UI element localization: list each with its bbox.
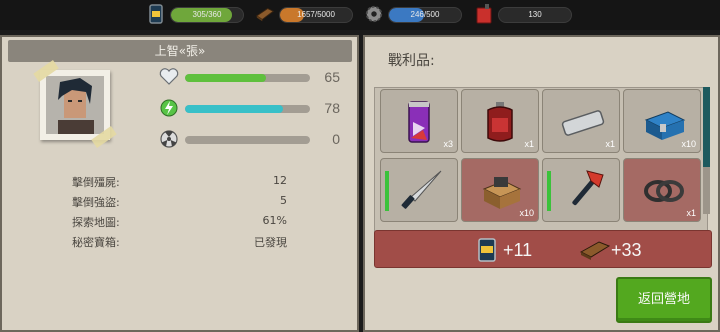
radiation-bar xyxy=(185,136,310,144)
loot-qty: x1 xyxy=(524,139,534,149)
record-value: 61% xyxy=(262,214,287,227)
can-icon xyxy=(149,4,163,24)
radiation-value: 0 xyxy=(332,131,340,147)
tech-value: 246/500 xyxy=(410,10,440,19)
record-value: 5 xyxy=(280,194,287,207)
record-label: 探索地圖: xyxy=(72,216,120,229)
loot-qty: x10 xyxy=(681,139,696,149)
loot-slot[interactable] xyxy=(542,158,620,222)
axe-icon xyxy=(572,170,604,206)
reward-summary: +11 +33 xyxy=(374,230,712,268)
resource-tech: 246/500 xyxy=(364,3,464,25)
rope-icon xyxy=(644,180,684,202)
wood-plank-icon xyxy=(579,241,611,260)
loot-slot[interactable]: x10 xyxy=(461,158,539,222)
loot-slot[interactable]: x1 xyxy=(542,89,620,153)
energy-bar xyxy=(185,105,310,113)
health-value: 65 xyxy=(324,69,340,85)
energy-value: 78 xyxy=(324,100,340,116)
character-portrait xyxy=(33,60,117,148)
energy-drink-icon xyxy=(408,101,430,143)
material-value: 1657/5000 xyxy=(297,10,335,19)
loot-qty: x1 xyxy=(605,139,615,149)
loot-qty: x3 xyxy=(443,139,453,149)
loot-slot[interactable] xyxy=(380,158,458,222)
reward-food: +11 xyxy=(503,240,533,260)
loot-title: 戰利品: xyxy=(388,53,435,69)
record-label: 擊倒殭屍: xyxy=(72,176,120,189)
durability-bar xyxy=(547,171,551,211)
lightning-icon xyxy=(160,99,178,117)
knife-icon xyxy=(401,170,442,209)
loot-qty: x10 xyxy=(519,208,534,218)
tech-bar: 246/500 xyxy=(388,7,462,23)
resource-material: 1657/5000 xyxy=(255,3,355,25)
fuel-bar: 130 xyxy=(498,7,572,23)
resource-bar: 305/360 1657/5000 246/500 130 xyxy=(0,0,720,30)
record-value: 12 xyxy=(273,174,287,187)
resource-fuel: 130 xyxy=(474,3,574,25)
loot-scroll-thumb[interactable] xyxy=(703,87,710,167)
gear-icon xyxy=(365,5,383,23)
record-label: 秘密寶箱: xyxy=(72,236,120,249)
loot-slot[interactable]: x10 xyxy=(623,89,701,153)
loot-qty: x1 xyxy=(686,208,696,218)
blood-bag-icon xyxy=(487,102,513,142)
radiation-icon xyxy=(160,130,178,148)
loot-slot[interactable]: x1 xyxy=(461,89,539,153)
durability-bar xyxy=(385,171,389,211)
loot-panel: 戰利品: x3 x1 x1 x10 x10 x1 +11 +33 返回營地 xyxy=(363,35,720,332)
pipe-icon xyxy=(561,110,605,136)
record-value: 已發現 xyxy=(254,236,287,249)
reward-material: +33 xyxy=(611,240,642,260)
loot-slot[interactable]: x1 xyxy=(623,158,701,222)
resource-food: 305/360 xyxy=(146,3,246,25)
return-to-camp-button[interactable]: 返回營地 xyxy=(616,277,712,323)
health-bar xyxy=(185,74,310,82)
loot-slot[interactable]: x3 xyxy=(380,89,458,153)
record-label: 擊倒強盜: xyxy=(72,196,120,209)
character-panel: 上智«張» 65 78 0 擊倒殭屍: 12 擊倒強盜: 5 探索地圖: 61%… xyxy=(0,35,359,332)
heart-icon xyxy=(159,68,179,85)
portrait-image xyxy=(46,76,104,134)
can-icon xyxy=(478,238,496,262)
fuel-value: 130 xyxy=(528,10,542,19)
character-name: 上智«張» xyxy=(8,40,352,62)
food-bar: 305/360 xyxy=(170,7,244,23)
wood-plank-icon xyxy=(255,8,275,22)
material-bar: 1657/5000 xyxy=(279,7,353,23)
food-value: 305/360 xyxy=(192,10,222,19)
fuel-can-icon xyxy=(476,4,492,24)
